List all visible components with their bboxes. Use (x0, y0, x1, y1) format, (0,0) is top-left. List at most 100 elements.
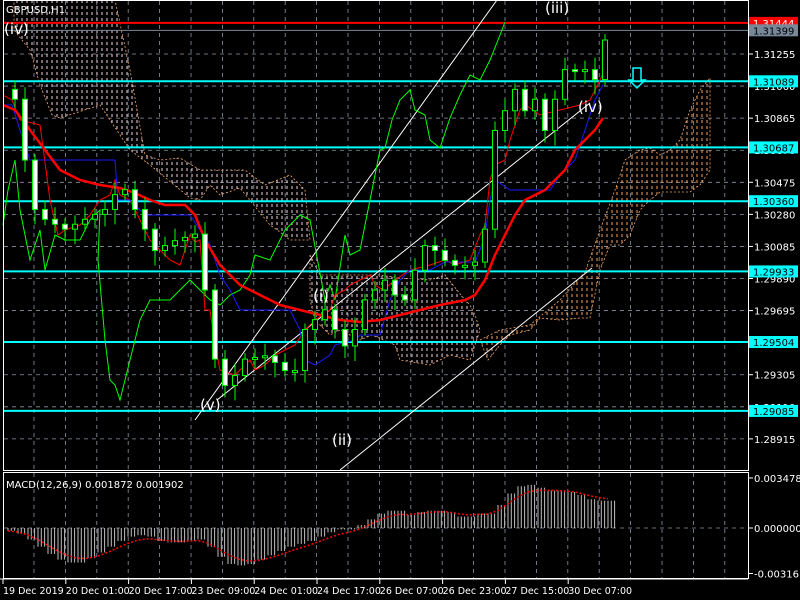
candle-bull (292, 370, 298, 374)
candle-bear (332, 309, 338, 330)
price-axis[interactable]: 1.312551.310601.308651.306701.304751.302… (748, 16, 798, 446)
candle-bull (102, 208, 108, 215)
down-arrow-icon[interactable] (627, 67, 647, 90)
candle-bear (22, 98, 28, 161)
candle-bear (402, 294, 408, 301)
candle-bull (362, 299, 368, 330)
candle-bull (112, 194, 118, 210)
wave-label-iv-left: (iv) (4, 20, 29, 38)
candle-bear (342, 328, 348, 347)
candle-bull (382, 279, 388, 291)
candle-bull (72, 223, 78, 230)
candle-bull (602, 39, 608, 80)
price-level-label: 1.29085 (753, 407, 794, 418)
price-tick-label: 1.30475 (754, 178, 795, 189)
candle-bull (302, 328, 308, 372)
candle-bull (312, 319, 318, 330)
macd-tick-label: 0.003478 (754, 474, 800, 485)
price-tick-label: 1.31255 (754, 50, 795, 61)
macd-tick-label: -0.003161 (754, 569, 800, 580)
time-tick-label: 26 Dec 23:00 (443, 586, 507, 597)
candle-bull (322, 309, 328, 321)
candle-bear (152, 228, 158, 252)
candle-bear (212, 289, 218, 360)
candle-bear (432, 245, 438, 252)
time-tick-label: 24 Dec 17:00 (317, 586, 381, 597)
candle-bear (392, 279, 398, 296)
candle-bear (32, 159, 38, 210)
wave-label-v: (v) (200, 396, 221, 414)
time-axis[interactable]: 19 Dec 2019 20 Dec 01:0020 Dec 17:0023 De… (0, 578, 748, 597)
candle-bear (132, 189, 138, 210)
chart-title: GBPUSD,H1 (6, 5, 65, 16)
candle-bear (542, 98, 548, 131)
candle-bear (282, 361, 288, 372)
candle-bull (262, 355, 268, 359)
candle-bull (482, 228, 488, 263)
price-level-label: 1.31399 (753, 26, 794, 37)
time-tick-label: 27 Dec 15:00 (505, 586, 569, 597)
candle-bull (162, 245, 168, 252)
candle-bear (42, 208, 48, 220)
candle-bull (422, 245, 428, 271)
time-tick-label: 20 Dec 01:00 (66, 586, 130, 597)
price-tick-label: 1.30085 (754, 242, 795, 253)
trend-channel[interactable] (194, 0, 593, 471)
candle-bull (232, 375, 238, 386)
candle-bear (272, 355, 278, 363)
candle-bull (182, 236, 188, 242)
candle-bull (242, 358, 248, 377)
wave-label-i: (i) (313, 287, 329, 305)
time-tick-label: 30 Dec 07:00 (568, 586, 632, 597)
candle-bear (452, 259, 458, 266)
candle-bull (92, 213, 98, 220)
candle-bear (572, 69, 578, 73)
price-level-label: 1.29504 (753, 338, 794, 349)
candle-bear (12, 88, 18, 100)
candle-bear (202, 233, 208, 291)
candle-bull (352, 328, 358, 347)
wave-label-ii: (ii) (332, 431, 352, 449)
price-level-label: 1.31089 (753, 77, 794, 88)
price-level-label: 1.30360 (753, 197, 794, 208)
macd-axis: 0.003478 0.000000 -0.003161 (748, 474, 800, 580)
candle-bear (142, 208, 148, 230)
candle-bull (462, 264, 468, 268)
candle-bear (592, 69, 598, 80)
time-tick-label: 19 Dec 2019 (3, 586, 64, 597)
candle-bear (52, 218, 58, 225)
candle-bear (442, 250, 448, 261)
price-tick-label: 1.29305 (754, 371, 795, 382)
time-tick-label: 26 Dec 07:00 (380, 586, 444, 597)
candle-bull (82, 218, 88, 225)
candle-bull (492, 129, 498, 230)
macd-tick-label: 0.000000 (754, 524, 800, 535)
candle-bull (552, 98, 558, 131)
candle-bull (122, 189, 128, 196)
wave-label-iii: (iii) (545, 0, 569, 17)
candle-bull (252, 356, 258, 360)
price-level-label: 1.29933 (753, 267, 794, 278)
macd-label: MACD(12,26,9) 0.001872 0.001902 (6, 480, 184, 491)
channel-line-upper[interactable] (194, 0, 498, 421)
time-tick-label: 24 Dec 01:00 (254, 586, 318, 597)
candle-bull (192, 233, 198, 238)
candle-bull (412, 269, 418, 301)
candle-bull (502, 110, 508, 131)
candle-bull (172, 240, 178, 247)
chart-canvas[interactable]: (iv) (iii) (iv) (i) (v) (ii) GBPUSD,H1 M… (0, 0, 800, 600)
candle-bull (472, 261, 478, 266)
wave-label-iv-right: (iv) (578, 98, 603, 116)
time-tick-label: 23 Dec 09:00 (191, 586, 255, 597)
candle-bear (522, 88, 528, 112)
candle-bull (372, 289, 378, 301)
price-level-label: 1.30687 (753, 143, 794, 154)
candle-bear (222, 358, 228, 386)
candle-bull (562, 69, 568, 100)
price-tick-label: 1.30280 (754, 210, 795, 221)
price-tick-label: 1.30865 (754, 114, 795, 125)
time-tick-label: 20 Dec 17:00 (129, 586, 193, 597)
candle-bull (582, 69, 588, 73)
macd-panel (7, 484, 616, 566)
price-tick-label: 1.29695 (754, 307, 795, 318)
